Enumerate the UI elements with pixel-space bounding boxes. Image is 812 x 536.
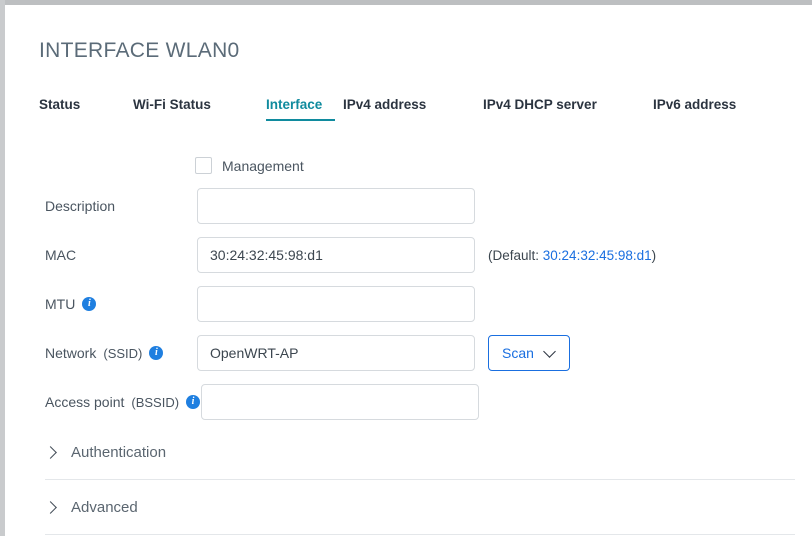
ssid-sub-label: (SSID) (103, 345, 143, 361)
ssid-label-text: Network (45, 345, 97, 361)
tab-label: IPv6 address (653, 97, 737, 112)
mac-default-link[interactable]: 30:24:32:45:98:d1 (543, 248, 652, 263)
page-title: INTERFACE WLAN0 (39, 39, 240, 62)
mac-default-note: (Default: 30:24:32:45:98:d1) (488, 248, 656, 263)
mtu-row: MTU i (45, 286, 475, 322)
mac-default-prefix: (Default: (488, 247, 543, 263)
mac-input[interactable] (197, 237, 475, 273)
tab-label: IPv4 DHCP server (483, 97, 597, 112)
bssid-label-text: Access point (45, 394, 125, 410)
bssid-sub-label: (BSSID) (131, 394, 180, 410)
chevron-down-icon (545, 346, 556, 357)
mac-label: MAC (45, 247, 77, 263)
chevron-right-icon (45, 500, 57, 514)
ssid-row: Network (SSID) i Scan (45, 335, 570, 371)
management-checkbox[interactable] (195, 157, 212, 174)
mac-row: MAC (Default: 30:24:32:45:98:d1) (45, 237, 656, 273)
section-authentication[interactable]: Authentication (45, 425, 795, 480)
bssid-input[interactable] (201, 384, 479, 420)
tab-bar: Status Wi-Fi Status Interface IPv4 addre… (39, 97, 763, 127)
mac-default-suffix: ) (651, 247, 657, 263)
section-label: Advanced (71, 498, 138, 516)
tab-label: Wi-Fi Status (133, 97, 211, 112)
mtu-label-text: MTU (45, 296, 76, 312)
scan-button-label: Scan (502, 345, 534, 361)
ssid-label: Network (SSID) i (45, 345, 197, 361)
tab-ipv4-dhcp-server[interactable]: IPv4 DHCP server (483, 97, 653, 121)
tab-interface[interactable]: Interface (266, 97, 343, 121)
management-row: Management (195, 157, 304, 174)
info-icon[interactable]: i (186, 395, 201, 409)
tab-label: IPv4 address (343, 97, 427, 112)
bssid-row: Access point (BSSID) i (45, 384, 479, 420)
description-row: Description (45, 188, 475, 224)
description-input[interactable] (197, 188, 475, 224)
scan-button[interactable]: Scan (488, 335, 570, 371)
tab-wifi-status[interactable]: Wi-Fi Status (133, 97, 266, 121)
tab-label: Status (39, 97, 81, 112)
info-icon[interactable]: i (82, 297, 97, 311)
tab-status[interactable]: Status (39, 97, 133, 121)
chevron-right-icon (45, 445, 57, 459)
tab-label: Interface (266, 97, 323, 112)
tab-ipv6-address[interactable]: IPv6 address (653, 97, 763, 121)
section-advanced[interactable]: Advanced (45, 480, 795, 535)
description-label: Description (45, 198, 116, 214)
section-label: Authentication (71, 443, 167, 461)
interface-settings-page: INTERFACE WLAN0 Status Wi-Fi Status Inte… (0, 0, 812, 536)
tab-ipv4-address[interactable]: IPv4 address (343, 97, 483, 121)
info-icon[interactable]: i (149, 346, 164, 360)
content-panel: INTERFACE WLAN0 Status Wi-Fi Status Inte… (5, 5, 812, 536)
mtu-input[interactable] (197, 286, 475, 322)
ssid-input[interactable] (197, 335, 475, 371)
management-label: Management (222, 157, 304, 174)
bssid-label: Access point (BSSID) i (45, 394, 201, 410)
mtu-label: MTU i (45, 296, 197, 312)
